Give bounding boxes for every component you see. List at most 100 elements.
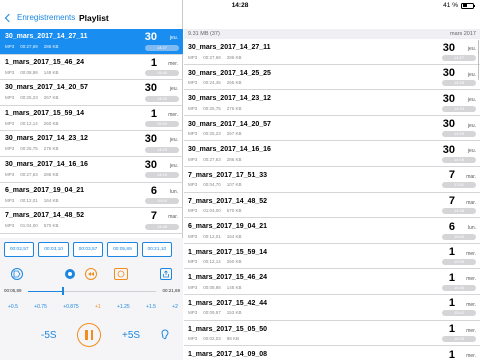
player-panel: 00:02,57 00:03,10 00:03,57 00:05,89 00:2… bbox=[0, 238, 183, 360]
recording-size: 267 KB bbox=[226, 131, 242, 137]
recording-day: 6 bbox=[448, 220, 455, 233]
recording-size: 276 KB bbox=[226, 105, 242, 111]
list-item[interactable]: 30_mars_2017_14_20_57 MP3 00:25,23 267 KB 30… bbox=[0, 80, 183, 106]
slider-track[interactable] bbox=[28, 287, 156, 295]
marker-time-button[interactable]: 00:21,10 bbox=[141, 242, 173, 257]
back-button-label: Enregistrements bbox=[17, 13, 76, 22]
list-item[interactable]: 30_mars_2017_14_23_12 MP3 00:25,75 276 KB 30… bbox=[184, 90, 480, 116]
list-item[interactable]: 1_mars_2017_15_46_24 MP3 00:08,98 148 KB 1 me… bbox=[0, 55, 183, 81]
list-item[interactable]: 1_mars_2017_15_42_44 MP3 00:09,57 153 KB 1 me… bbox=[184, 295, 480, 321]
recording-meta: MP3 00:12,14 260 KB bbox=[188, 259, 242, 264]
recording-size: 107 KB bbox=[226, 182, 242, 188]
recording-name: 1_mars_2017_15_59_14 bbox=[5, 109, 85, 117]
page-title: Playlist bbox=[79, 13, 109, 23]
speed-option[interactable]: +2 bbox=[172, 304, 178, 310]
list-item[interactable]: 7_mars_2017_14_48_52 MP3 01:04,00 570 KB 7 ma… bbox=[0, 208, 183, 234]
recording-weekday: jeu. bbox=[169, 86, 178, 93]
info-icon[interactable] bbox=[65, 269, 75, 279]
recording-weekday: jeu. bbox=[467, 71, 476, 78]
tag-icon[interactable] bbox=[11, 268, 23, 280]
playlist-pane: Enregistrements Playlist 30_mars_2017_14… bbox=[0, 0, 183, 360]
ear-icon[interactable] bbox=[159, 329, 171, 341]
recordings-list: 30_mars_2017_14_27_11 MP3 00:27,69 286 KB 30… bbox=[184, 39, 480, 360]
list-item[interactable]: 30_mars_2017_14_27_11 MP3 00:27,69 286 KB 30… bbox=[0, 29, 183, 55]
list-item[interactable]: 30_mars_2017_14_23_12 MP3 00:25,75 276 KB 30… bbox=[0, 131, 183, 157]
recording-meta: MP3 00:27,63 286 KB bbox=[188, 157, 242, 162]
recording-day: 30 bbox=[442, 67, 455, 80]
recording-format: MP3 bbox=[188, 336, 198, 342]
recording-duration: 01:04,00 bbox=[20, 223, 38, 229]
recording-weekday: mar. bbox=[466, 173, 476, 180]
list-item[interactable]: 30_mars_2017_14_16_16 MP3 00:27,63 286 KB 30… bbox=[0, 157, 183, 183]
speed-option[interactable]: +1.25 bbox=[117, 304, 130, 310]
recording-day: 1 bbox=[448, 297, 455, 310]
recording-name: 30_mars_2017_14_20_57 bbox=[5, 84, 88, 92]
recording-day: 30 bbox=[144, 31, 157, 43]
list-item[interactable]: 1_mars_2017_15_05_50 MP3 00:02,03 88 KB 1 mer… bbox=[184, 321, 480, 347]
list-item[interactable]: 30_mars_2017_14_20_57 MP3 00:25,23 267 KB 30… bbox=[184, 116, 480, 142]
recording-meta: MP3 01:04,00 570 KB bbox=[188, 208, 242, 213]
marker-time-button[interactable]: 00:03,57 bbox=[72, 242, 104, 257]
list-item[interactable]: 30_mars_2017_14_25_25 MP3 00:24,45 265 KB 30… bbox=[184, 65, 480, 91]
list-item[interactable]: 1_mars_2017_15_46_24 MP3 00:08,98 148 KB 1 me… bbox=[184, 269, 480, 295]
recording-day: 7 bbox=[448, 195, 455, 208]
list-item[interactable]: 6_mars_2017_19_04_21 MP3 00:12,01 164 KB 6 lu… bbox=[0, 183, 183, 209]
loop-icon[interactable] bbox=[114, 268, 128, 280]
recording-format: MP3 bbox=[5, 120, 15, 126]
rewind-icon[interactable] bbox=[85, 268, 97, 280]
skip-forward-button[interactable]: +5S bbox=[122, 330, 140, 341]
recording-duration: 00:25,75 bbox=[203, 105, 221, 111]
list-item[interactable]: 6_mars_2017_19_04_21 MP3 00:12,01 164 KB 6 lu… bbox=[184, 218, 480, 244]
back-button[interactable]: Enregistrements bbox=[4, 13, 75, 22]
recording-day: 7 bbox=[150, 210, 157, 223]
recording-time-badge: 19:04 bbox=[145, 198, 179, 205]
list-item[interactable]: 7_mars_2017_14_48_52 MP3 01:04,00 570 KB 7 ma… bbox=[184, 193, 480, 219]
recording-duration: 00:12,01 bbox=[203, 233, 221, 239]
recording-format: MP3 bbox=[5, 171, 15, 177]
marker-time-button[interactable]: 00:05,89 bbox=[107, 242, 138, 257]
speed-option[interactable]: +1.5 bbox=[146, 304, 156, 310]
recording-name: 7_mars_2017_14_48_52 bbox=[5, 212, 85, 220]
list-item[interactable]: 30_mars_2017_14_27_11 MP3 00:27,69 286 KB 30… bbox=[184, 39, 480, 65]
list-item[interactable]: 1_mars_2017_15_59_14 MP3 00:12,14 260 KB 1 me… bbox=[184, 244, 480, 270]
recording-day: 30 bbox=[144, 158, 157, 171]
recording-format: MP3 bbox=[188, 156, 198, 162]
recording-time-badge: 14:27 bbox=[442, 54, 476, 61]
recording-format: MP3 bbox=[188, 208, 198, 214]
share-icon[interactable] bbox=[160, 268, 172, 280]
marker-time-button[interactable]: 00:03,10 bbox=[38, 242, 69, 257]
recording-size: 88 KB bbox=[226, 336, 240, 342]
recording-meta: MP3 00:24,45 265 KB bbox=[188, 80, 242, 85]
recording-day: 30 bbox=[144, 133, 157, 146]
recording-day: 30 bbox=[442, 118, 455, 131]
scrollbar[interactable] bbox=[477, 40, 479, 80]
list-item[interactable]: 1_mars_2017_15_59_14 MP3 00:12,14 260 KB 1 me… bbox=[0, 106, 183, 132]
recording-day: 6 bbox=[150, 184, 157, 197]
list-item[interactable]: 7_mars_2017_17_51_33 MP3 00:04,70 107 KB 7 ma… bbox=[184, 167, 480, 193]
recording-time-badge: 14:27 bbox=[145, 44, 179, 51]
speed-option[interactable]: +0.875 bbox=[63, 304, 78, 310]
skip-back-button[interactable]: -5S bbox=[41, 330, 57, 341]
pause-button[interactable] bbox=[77, 323, 101, 347]
recording-meta: MP3 00:12,01 164 KB bbox=[5, 198, 59, 203]
list-item[interactable]: 30_mars_2017_14_16_16 MP3 00:27,63 286 KB 30… bbox=[184, 141, 480, 167]
speed-option[interactable]: +0.75 bbox=[34, 304, 47, 310]
recording-weekday: mer. bbox=[466, 353, 476, 360]
recording-time-badge: 15:59 bbox=[145, 121, 179, 128]
recording-name: 30_mars_2017_14_25_25 bbox=[188, 69, 271, 77]
recording-size: 148 KB bbox=[43, 69, 59, 75]
recording-day: 1 bbox=[150, 56, 157, 69]
slider-thumb[interactable] bbox=[61, 287, 64, 295]
recording-time-badge: 15:05 bbox=[442, 336, 476, 343]
recording-name: 30_mars_2017_14_16_16 bbox=[5, 160, 88, 168]
speed-option[interactable]: +1 bbox=[95, 304, 101, 310]
recording-time-badge: 14:23 bbox=[442, 105, 476, 112]
recording-size: 164 KB bbox=[43, 197, 59, 203]
speed-option[interactable]: +0.5 bbox=[8, 304, 18, 310]
marker-time-button[interactable]: 00:02,57 bbox=[4, 242, 35, 257]
recording-format: MP3 bbox=[188, 131, 198, 137]
recording-meta: MP3 00:08,98 148 KB bbox=[5, 70, 59, 75]
list-item[interactable]: 1_mars_2017_14_09_08MP300:02,9496 KB1mer… bbox=[184, 346, 480, 360]
recording-meta: MP3 00:25,75 276 KB bbox=[5, 146, 59, 151]
position-slider[interactable]: 00:05,89 00:21,69 bbox=[4, 287, 180, 295]
